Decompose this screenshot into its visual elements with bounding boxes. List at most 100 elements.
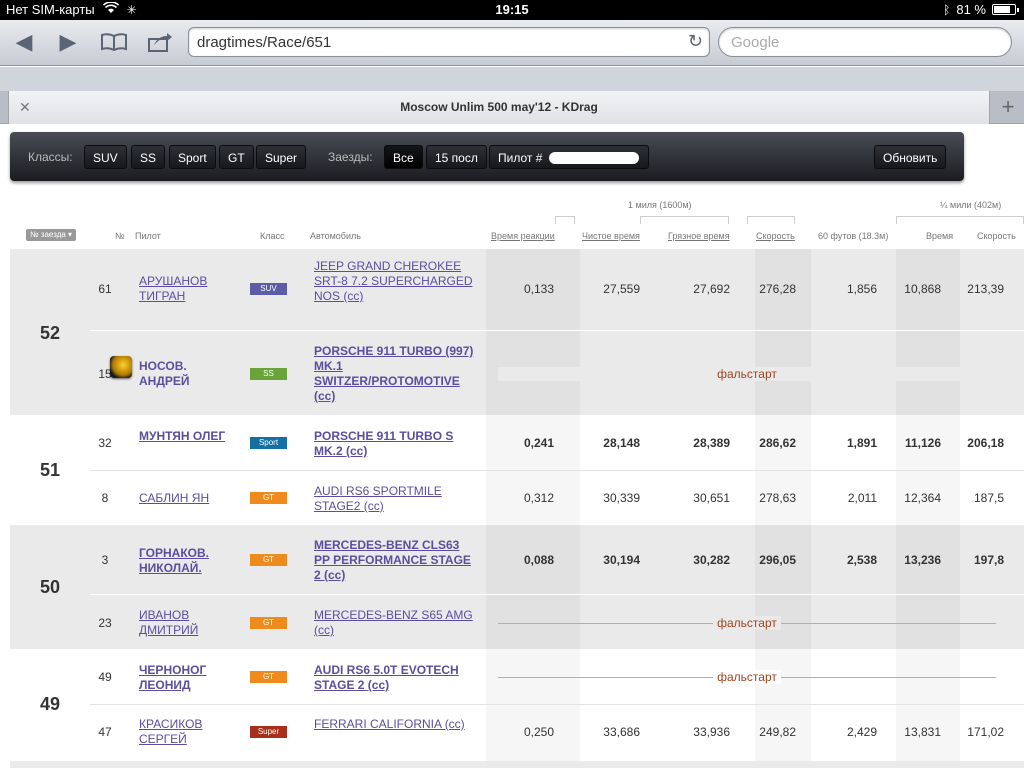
race-group: 49 49 ЧЕРНОНОГ ЛЕОНИД GT AUDI RS6 5.0T E… (10, 649, 1024, 761)
back-icon[interactable]: ◀ (8, 28, 40, 56)
dirty-time: 27,692 (693, 282, 730, 296)
pilot-link[interactable]: ЧЕРНОНОГ ЛЕОНИД (139, 663, 239, 693)
table-row: 8 САБЛИН ЯН GT AUDI RS6 SPORTMILE STAGE2… (90, 471, 1024, 525)
forward-icon[interactable]: ▶ (52, 28, 84, 56)
bluetooth-icon: ᛒ (943, 2, 951, 17)
bookmarks-bar (0, 67, 1024, 91)
col-speed[interactable]: Скорость (756, 231, 795, 241)
quarter-time: 11,126 (904, 436, 941, 450)
reaction-time: 0,133 (523, 282, 554, 296)
row-no: 32 (98, 436, 112, 450)
sort-race-no-button[interactable]: № заезда ▾ (26, 229, 77, 241)
pilot-link[interactable]: КРАСИКОВ СЕРГЕЙ (139, 717, 239, 747)
car-link[interactable]: PORSCHE 911 TURBO (997) MK.1 SWITZER/PRO… (314, 344, 474, 404)
search-input[interactable]: Google (718, 27, 1012, 57)
mile-speed: 286,62 (759, 436, 796, 450)
mile-speed: 296,05 (759, 553, 796, 567)
status-time: 19:15 (495, 2, 529, 17)
class-badge: GT (250, 617, 287, 629)
dirty-time: 30,282 (693, 553, 730, 567)
class-filter-ss[interactable]: SS (131, 145, 166, 169)
table-row: 32 МУНТЯН ОЛЕГ Sport PORSCHE 911 TURBO S… (90, 415, 1024, 471)
quarter-speed: 213,39 (967, 282, 1004, 296)
reaction-time: 0,241 (523, 436, 554, 450)
class-filter-sport[interactable]: Sport (169, 145, 216, 169)
car-link[interactable]: MERCEDES-BENZ CLS63 PP PERFORMANCE STAGE… (314, 538, 474, 583)
class-filter-suv[interactable]: SUV (84, 145, 127, 169)
share-icon[interactable] (144, 28, 176, 56)
race-group: 50 3 ГОРНАКОВ. НИКОЛАЙ. GT MERCEDES-BENZ… (10, 525, 1024, 649)
class-badge: SUV (250, 283, 287, 295)
race-number: 50 (39, 577, 61, 597)
car-link[interactable]: AUDI RS6 5.0T EVOTECH STAGE 2 (cc) (314, 663, 474, 693)
class-badge: GT (250, 492, 287, 504)
car-link[interactable]: FERRARI CALIFORNIA (cc) (314, 717, 474, 732)
group-mile-label: 1 миля (1600м) (628, 200, 692, 210)
mile-speed: 249,82 (759, 725, 796, 739)
false-start-label: фальстарт (713, 367, 781, 381)
classes-label: Классы: (28, 150, 73, 164)
table-header: 1 миля (1600м) ¼ мили (402м) № заезда ▾ … (10, 196, 1024, 248)
class-badge: SS (250, 368, 287, 380)
reload-icon[interactable]: ↻ (688, 31, 703, 52)
tab-bar: ✕ Moscow Unlim 500 may'12 - KDrag + (0, 91, 1024, 124)
race-number: 49 (39, 694, 61, 714)
col-race-no: № заезда (30, 230, 66, 239)
col-clean-time[interactable]: Чистое время (582, 231, 640, 241)
close-tab-icon[interactable]: ✕ (19, 91, 31, 124)
race-group: 51 32 МУНТЯН ОЛЕГ Sport PORSCHE 911 TURB… (10, 415, 1024, 525)
col-no: № (115, 231, 125, 241)
col-pilot: Пилот (135, 231, 161, 241)
refresh-button[interactable]: Обновить (874, 145, 947, 169)
quarter-time: 12,364 (904, 491, 941, 505)
pilot-filter[interactable]: Пилот # (489, 145, 649, 169)
new-tab-icon[interactable]: + (992, 91, 1024, 124)
ft60-time: 2,011 (847, 491, 877, 505)
row-no: 23 (98, 616, 112, 630)
quarter-speed: 197,8 (973, 553, 1004, 567)
row-no: 3 (101, 553, 109, 567)
ft60-time: 2,429 (846, 725, 877, 739)
class-filter-gt[interactable]: GT (219, 145, 254, 169)
group-quarter-label: ¼ мили (402м) (940, 200, 1002, 210)
runs-filter-all[interactable]: Все (384, 145, 423, 169)
car-link[interactable]: MERCEDES-BENZ S65 AMG (cc) (314, 608, 474, 638)
helmet-icon (110, 356, 132, 378)
bookmarks-icon[interactable] (98, 28, 130, 56)
pilot-link[interactable]: САБЛИН ЯН (139, 491, 239, 506)
pilot-link[interactable]: ГОРНАКОВ. НИКОЛАЙ. (139, 546, 239, 576)
row-no: 47 (98, 725, 112, 739)
race-number: 51 (39, 460, 61, 480)
class-filter-super[interactable]: Super (256, 145, 307, 169)
url-text: dragtimes/Race/651 (197, 34, 332, 51)
search-placeholder: Google (731, 34, 780, 51)
pilot-number-input[interactable] (549, 152, 639, 164)
table-row: 61 АРУШАНОВ ТИГРАН SUV JEEP GRAND CHEROK… (90, 249, 1024, 331)
runs-filter-last15[interactable]: 15 посл (426, 145, 487, 169)
reaction-time: 0,250 (523, 725, 554, 739)
false-start-label: фальстарт (713, 670, 781, 684)
car-link[interactable]: AUDI RS6 SPORTMILE STAGE2 (cc) (314, 484, 474, 514)
table-row: 15 НОСОВ. АНДРЕЙ SS PORSCHE 911 TURBO (9… (90, 332, 1024, 415)
quarter-speed: 187,5 (973, 491, 1004, 505)
col-reaction[interactable]: Время реакции (491, 231, 555, 241)
tab-active[interactable]: ✕ Moscow Unlim 500 may'12 - KDrag (8, 91, 990, 124)
col-dirty-time[interactable]: Грязное время (668, 231, 730, 241)
pilot-link[interactable]: АРУШАНОВ ТИГРАН (139, 274, 239, 304)
car-link[interactable]: PORSCHE 911 TURBO S MK.2 (cc) (314, 429, 474, 459)
car-link[interactable]: JEEP GRAND CHEROKEE SRT-8 7.2 SUPERCHARG… (314, 259, 474, 304)
row-no: 8 (101, 491, 109, 505)
url-bar[interactable]: dragtimes/Race/651 ↻ (188, 27, 710, 57)
pilot-link[interactable]: МУНТЯН ОЛЕГ (139, 429, 239, 444)
row-no: 61 (98, 282, 112, 296)
class-badge: Super (250, 726, 287, 738)
ft60-time: 1,856 (846, 282, 877, 296)
pilot-link[interactable]: ИВАНОВ ДМИТРИЙ (139, 608, 239, 638)
false-start-label: фальстарт (713, 616, 781, 630)
quarter-speed: 171,02 (967, 725, 1004, 739)
false-start-marker: фальстарт (498, 367, 996, 381)
runs-label: Заезды: (328, 150, 373, 164)
table-row: 47 КРАСИКОВ СЕРГЕЙ Super FERRARI CALIFOR… (90, 705, 1024, 761)
class-badge: GT (250, 554, 287, 566)
pilot-link[interactable]: НОСОВ. АНДРЕЙ (139, 359, 239, 389)
